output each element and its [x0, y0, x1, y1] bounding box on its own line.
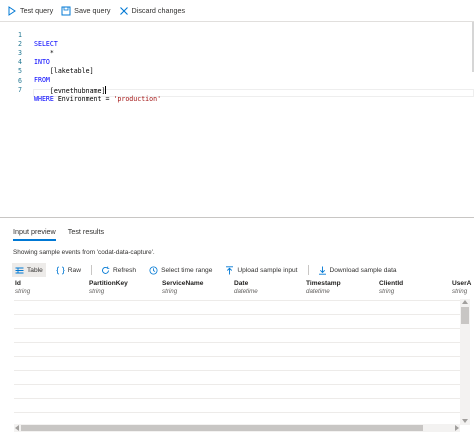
toolbar-divider — [307, 265, 309, 275]
close-icon — [119, 6, 129, 16]
upload-icon — [225, 265, 234, 275]
scroll-up-arrow-icon[interactable] — [462, 300, 468, 304]
download-sample-data-button[interactable]: Download sample data — [315, 263, 400, 277]
code-line: 5 FROM — [0, 58, 474, 84]
refresh-icon — [101, 266, 110, 275]
toolbar-divider — [90, 265, 92, 275]
save-query-label: Save query — [74, 6, 111, 15]
column-header[interactable]: PartitionKey string — [89, 279, 128, 296]
select-time-range-label: Select time range — [161, 266, 213, 274]
scrollbar-thumb[interactable] — [21, 425, 423, 431]
upload-sample-input-button[interactable]: Upload sample input — [222, 263, 300, 277]
sql-keyword: WHERE — [34, 95, 54, 103]
play-icon — [7, 5, 17, 16]
select-time-range-button[interactable]: Select time range — [146, 263, 215, 277]
save-icon — [61, 6, 71, 16]
table-row — [14, 370, 460, 371]
preview-toolbar: Table Raw Refresh Select time range Uplo… — [12, 263, 407, 277]
test-query-label: Test query — [20, 6, 54, 15]
table-row — [14, 314, 460, 315]
horizontal-scrollbar[interactable] — [14, 424, 460, 432]
scroll-right-arrow-icon[interactable] — [455, 425, 459, 431]
refresh-label: Refresh — [112, 266, 137, 274]
raw-view-label: Raw — [67, 266, 81, 274]
code-line: 1 SELECT — [0, 22, 474, 48]
table-view-button[interactable]: Table — [12, 263, 46, 277]
braces-icon — [56, 266, 65, 275]
tab-input-preview[interactable]: Input preview — [13, 227, 56, 241]
column-header[interactable]: ServiceName string — [162, 279, 203, 296]
scroll-down-arrow-icon[interactable] — [462, 419, 468, 423]
sql-string: 'production' — [113, 95, 162, 103]
code-line: 2 * — [0, 31, 474, 57]
data-grid-header: Id string PartitionKey string ServiceNam… — [0, 279, 474, 299]
sql-text: [evnethubname] — [34, 87, 106, 95]
table-icon — [15, 266, 24, 275]
table-view-label: Table — [27, 266, 43, 274]
column-header[interactable]: Id string — [15, 279, 30, 296]
upload-sample-input-label: Upload sample input — [237, 266, 298, 274]
panel-tabs: Input preview Test results — [13, 227, 116, 241]
table-row — [14, 398, 460, 399]
preview-panel: Input preview Test results Showing sampl… — [0, 219, 474, 439]
discard-changes-label: Discard changes — [131, 6, 186, 15]
scroll-left-arrow-icon[interactable] — [15, 425, 19, 431]
data-grid-body — [14, 300, 460, 423]
text-cursor — [105, 86, 107, 94]
table-row — [14, 328, 460, 329]
clock-icon — [149, 266, 158, 275]
sql-text: Environment = — [53, 95, 114, 103]
scrollbar-thumb[interactable] — [461, 307, 469, 324]
save-query-button[interactable]: Save query — [57, 2, 114, 19]
download-icon — [318, 266, 327, 275]
refresh-button[interactable]: Refresh — [98, 263, 139, 277]
table-row — [14, 384, 460, 385]
column-header[interactable]: ClientId string — [379, 279, 403, 296]
toolbar: Test query Save query Discard changes — [0, 0, 474, 21]
table-row — [14, 356, 460, 357]
line-number: 7 — [18, 86, 22, 94]
column-header[interactable]: Timestamp datetime — [306, 279, 341, 296]
raw-view-button[interactable]: Raw — [53, 263, 84, 277]
test-query-button[interactable]: Test query — [3, 2, 57, 19]
column-header[interactable]: Date datetime — [234, 279, 258, 296]
sample-info-text: Showing sample events from 'codat-data-c… — [13, 249, 155, 256]
column-header[interactable]: UserA string — [452, 279, 471, 296]
code-line: 4 [laketable] — [0, 49, 474, 75]
download-sample-data-label: Download sample data — [329, 266, 397, 274]
tab-test-results[interactable]: Test results — [68, 227, 104, 241]
code-line: 6 [evnethubname] — [0, 68, 474, 95]
discard-changes-button[interactable]: Discard changes — [115, 2, 190, 19]
table-row — [14, 342, 460, 343]
code-line: 3 INTO — [0, 40, 474, 66]
vertical-scrollbar[interactable] — [460, 299, 470, 425]
query-editor[interactable]: 1 SELECT 2 * 3 INTO 4 [laketable] 5 FROM… — [0, 21, 474, 218]
table-row — [14, 300, 460, 301]
code-line: 7 WHERE Environment = 'production' — [0, 77, 474, 103]
table-row — [14, 412, 460, 413]
